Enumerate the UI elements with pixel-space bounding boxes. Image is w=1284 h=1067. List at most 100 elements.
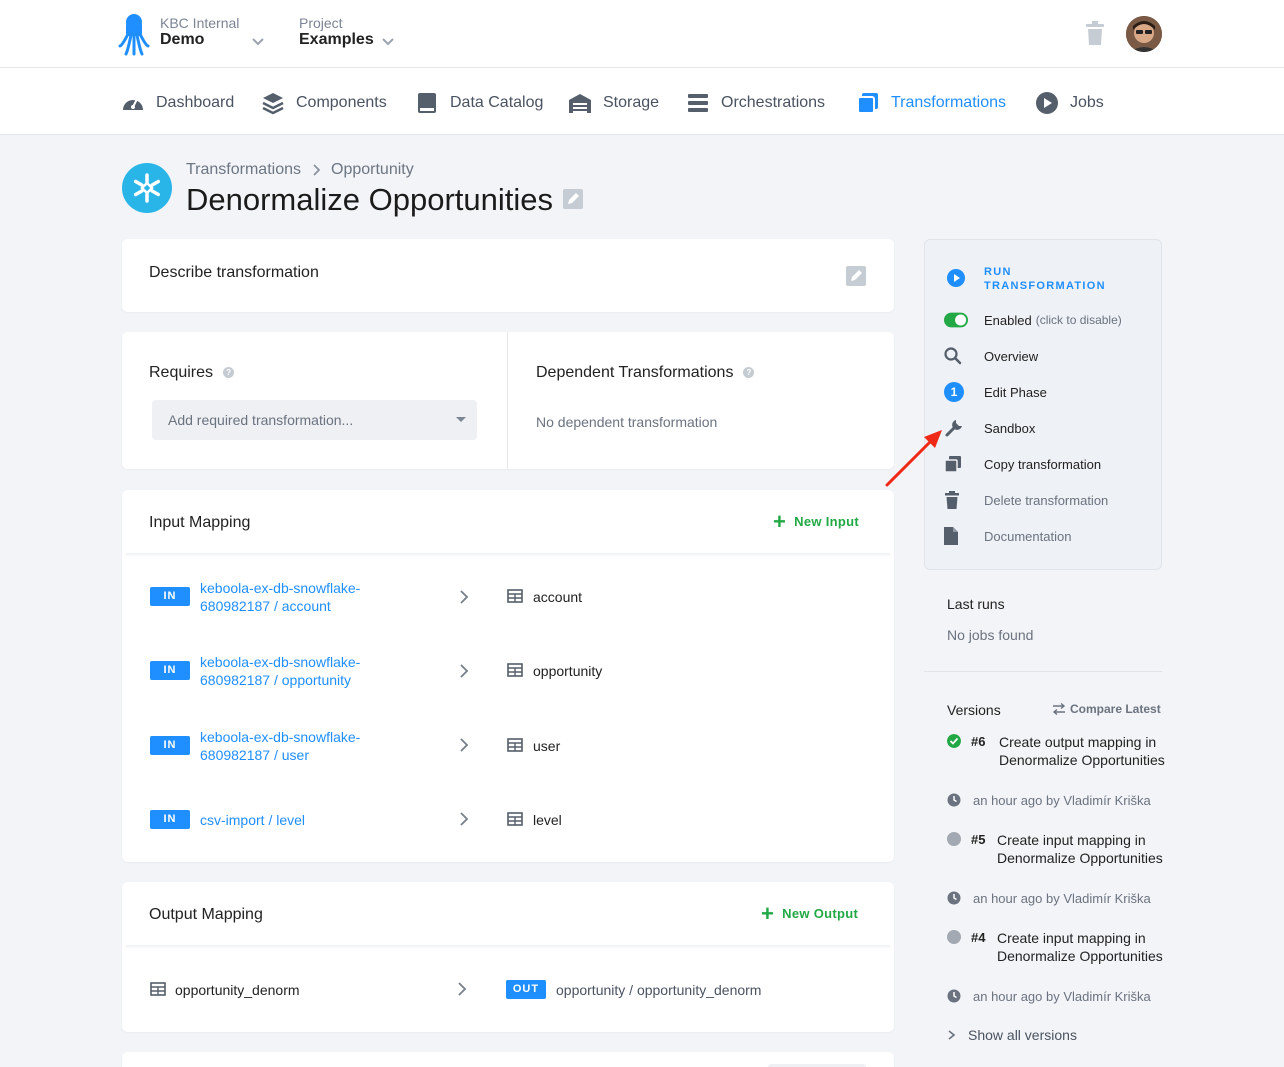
version-description[interactable]: Create input mapping in Denormalize Oppo… bbox=[997, 831, 1167, 867]
new-output-button[interactable]: + New Output bbox=[761, 901, 858, 926]
version-meta: an hour ago by Vladimír Kriška bbox=[973, 793, 1151, 808]
layers-icon bbox=[262, 93, 284, 115]
requires-title: Requires? bbox=[149, 364, 235, 382]
table-icon bbox=[507, 812, 523, 826]
describe-title[interactable]: Describe transformation bbox=[149, 264, 319, 282]
nav-jobs[interactable]: Jobs bbox=[1035, 90, 1104, 116]
compare-latest-button[interactable]: Compare Latest bbox=[1052, 702, 1161, 716]
chevron-right-icon bbox=[460, 812, 469, 826]
output-dest-table[interactable]: opportunity / opportunity_denorm bbox=[556, 982, 761, 998]
new-input-button[interactable]: + New Input bbox=[773, 511, 859, 533]
org-selector[interactable]: KBC Internal Demo bbox=[160, 15, 239, 49]
sidebar-documentation[interactable]: Documentation bbox=[944, 526, 1071, 546]
input-source-link[interactable]: keboola-ex-db-snowflake-680982187 / oppo… bbox=[200, 653, 390, 689]
divider bbox=[507, 332, 508, 469]
version-number[interactable]: #5 bbox=[971, 832, 985, 847]
play-circle-icon[interactable] bbox=[946, 268, 966, 288]
copy-label: Copy transformation bbox=[984, 456, 1102, 472]
table-icon bbox=[150, 982, 166, 996]
nav-components[interactable]: Components bbox=[261, 90, 387, 116]
toggle-switch-icon[interactable] bbox=[944, 310, 968, 330]
chevron-right-icon bbox=[313, 164, 321, 176]
input-source-link[interactable]: keboola-ex-db-snowflake-680982187 / acco… bbox=[200, 579, 390, 615]
edit-icon[interactable] bbox=[846, 266, 866, 286]
divider bbox=[126, 945, 890, 949]
edit-phase-label: Edit Phase bbox=[984, 384, 1047, 400]
input-dest-table[interactable]: level bbox=[533, 812, 562, 828]
new-input-label: New Input bbox=[794, 514, 859, 529]
dependent-title-text: Dependent Transformations bbox=[536, 364, 734, 381]
project-selector[interactable]: Project Examples bbox=[299, 15, 374, 49]
show-all-versions-button[interactable]: Show all versions bbox=[947, 1027, 1077, 1043]
describe-card: Describe transformation bbox=[122, 239, 894, 312]
divider bbox=[126, 553, 890, 557]
nav-orchestrations[interactable]: Orchestrations bbox=[686, 90, 825, 116]
versions-title: Versions bbox=[947, 702, 1001, 718]
sidebar-copy[interactable]: Copy transformation bbox=[944, 454, 1101, 474]
user-avatar[interactable] bbox=[1126, 16, 1162, 52]
chevron-down-icon[interactable] bbox=[251, 35, 265, 49]
file-icon bbox=[944, 527, 958, 545]
trash-icon[interactable] bbox=[1084, 20, 1106, 46]
nav-label: Components bbox=[296, 94, 387, 111]
version-number[interactable]: #4 bbox=[971, 930, 985, 945]
nav-storage[interactable]: Storage bbox=[568, 90, 659, 116]
in-badge: IN bbox=[150, 587, 190, 606]
chevron-right-icon bbox=[458, 982, 467, 996]
caret-down-icon bbox=[456, 417, 466, 422]
last-runs-title: Last runs bbox=[947, 596, 1005, 612]
output-mapping-card: Output Mapping + New Output opportunity_d… bbox=[122, 882, 894, 1032]
help-icon[interactable]: ? bbox=[743, 367, 755, 379]
dependencies-card: Requires? Add required transformation...… bbox=[122, 332, 894, 469]
nav-transformations[interactable]: Transformations bbox=[856, 90, 1006, 116]
input-source-link[interactable]: keboola-ex-db-snowflake-680982187 / user bbox=[200, 728, 390, 764]
input-mapping-card: Input Mapping + New Input IN keboola-ex-d… bbox=[122, 490, 894, 862]
version-description[interactable]: Create input mapping in Denormalize Oppo… bbox=[997, 929, 1167, 965]
out-badge: OUT bbox=[506, 980, 546, 999]
phase-number-badge: 1 bbox=[944, 382, 964, 402]
nav-label: Jobs bbox=[1070, 94, 1104, 111]
table-icon bbox=[507, 738, 523, 752]
nav-label: Transformations bbox=[891, 94, 1006, 111]
breadcrumb-current[interactable]: Opportunity bbox=[331, 161, 414, 179]
enabled-label: Enabled bbox=[984, 312, 1032, 328]
transformations-icon bbox=[857, 93, 878, 114]
chevron-down-icon[interactable] bbox=[381, 35, 395, 49]
sidebar-delete[interactable]: Delete transformation bbox=[944, 490, 1108, 510]
divider bbox=[924, 671, 1162, 672]
in-badge: IN bbox=[150, 810, 190, 829]
requires-select[interactable]: Add required transformation... bbox=[152, 400, 477, 440]
requires-title-text: Requires bbox=[149, 364, 214, 381]
search-icon bbox=[944, 347, 962, 365]
keboola-logo-icon[interactable] bbox=[118, 12, 150, 56]
plus-icon: + bbox=[761, 901, 775, 926]
org-label: KBC Internal bbox=[160, 15, 240, 31]
page-title: Denormalize Opportunities bbox=[186, 182, 554, 217]
toggle-enabled[interactable]: Enabled (click to disable) bbox=[944, 310, 1122, 330]
input-dest-table[interactable]: user bbox=[533, 738, 560, 754]
edit-icon[interactable] bbox=[562, 188, 584, 210]
help-icon[interactable]: ? bbox=[223, 367, 235, 379]
input-dest-table[interactable]: account bbox=[533, 589, 582, 605]
version-description[interactable]: Create output mapping in Denormalize Opp… bbox=[999, 733, 1169, 769]
clock-icon bbox=[947, 891, 961, 905]
sidebar-edit-phase[interactable]: 1 Edit Phase bbox=[944, 382, 1047, 402]
nav-dashboard[interactable]: Dashboard bbox=[121, 90, 234, 116]
check-circle-icon bbox=[947, 734, 961, 748]
in-badge: IN bbox=[150, 736, 190, 755]
sidebar-overview[interactable]: Overview bbox=[944, 346, 1038, 366]
chevron-right-icon bbox=[460, 590, 469, 604]
delete-label: Delete transformation bbox=[984, 492, 1109, 508]
dashboard-gauge-icon bbox=[123, 98, 143, 110]
project-value: Examples bbox=[299, 31, 374, 48]
input-dest-table[interactable]: opportunity bbox=[533, 663, 602, 679]
run-transformation-button[interactable]: RUN TRANSFORMATION bbox=[984, 265, 1114, 293]
breadcrumb-root[interactable]: Transformations bbox=[186, 161, 301, 179]
project-label: Project bbox=[299, 15, 343, 31]
sidebar-sandbox[interactable]: Sandbox bbox=[944, 418, 1035, 438]
version-number[interactable]: #6 bbox=[971, 734, 985, 749]
next-card bbox=[122, 1052, 894, 1067]
output-source-table[interactable]: opportunity_denorm bbox=[175, 982, 300, 998]
nav-data-catalog[interactable]: Data Catalog bbox=[415, 90, 543, 116]
input-source-link[interactable]: csv-import / level bbox=[200, 811, 390, 829]
